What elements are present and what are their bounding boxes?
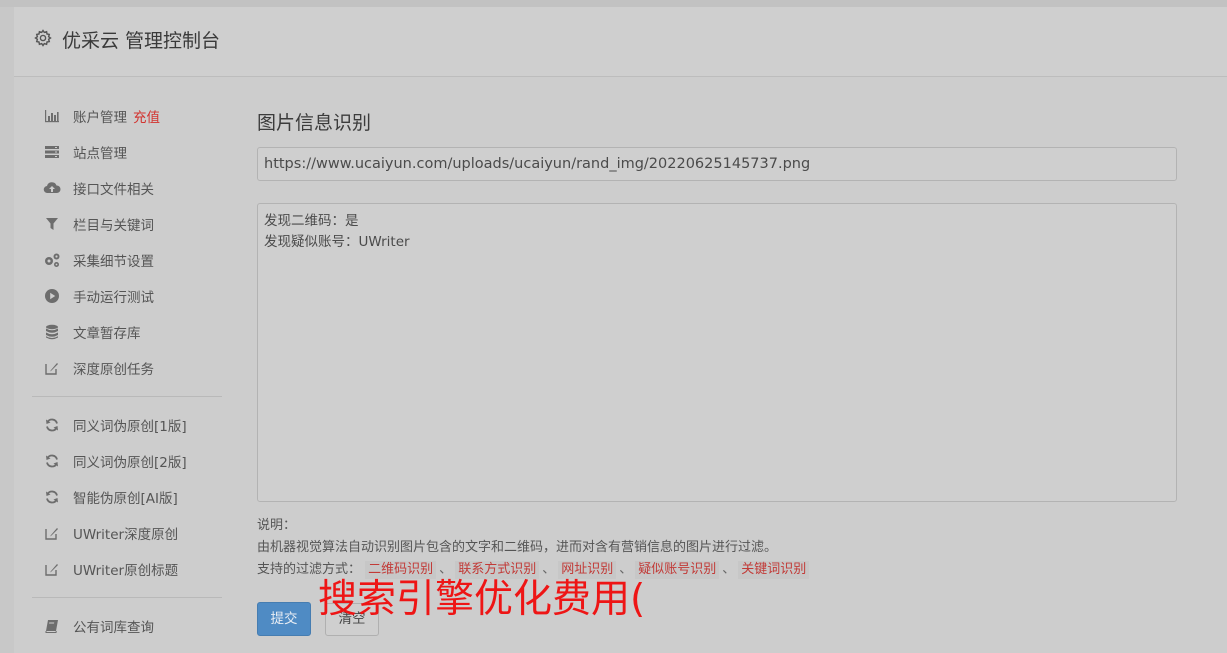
sidebar-item-label: UWriter深度原创 [73, 527, 179, 543]
refresh-icon [43, 488, 61, 506]
sidebar-item-label: 账户管理 [73, 110, 127, 126]
sidebar-item-label: UWriter原创标题 [73, 563, 179, 579]
edit-icon [43, 524, 61, 542]
sidebar-item-api-files[interactable]: 接口文件相关 [30, 176, 222, 200]
sidebar-item-label: 智能伪原创[AI版] [73, 491, 178, 507]
server-icon [43, 143, 61, 161]
sidebar-item-columns-keywords[interactable]: 栏目与关键词 [30, 212, 222, 236]
sidebar-item-synonym-v1[interactable]: 同义词伪原创[1版] [30, 413, 222, 437]
filter-separator: 、 [722, 562, 736, 577]
sidebar-item-article-store[interactable]: 文章暂存库 [30, 320, 222, 344]
refresh-icon [43, 452, 61, 470]
sidebar-item-ai-rewrite[interactable]: 智能伪原创[AI版] [30, 485, 222, 509]
top-strip [0, 0, 1227, 7]
filter-tag-suspect-account: 疑似账号识别 [635, 561, 720, 579]
refresh-icon [43, 416, 61, 434]
sidebar-divider [32, 597, 222, 598]
result-line: 发现二维码：是 [264, 213, 359, 229]
cloud-upload-icon [43, 179, 61, 197]
notes-description: 由机器视觉算法自动识别图片包含的文字和二维码，进而对含有营销信息的图片进行过滤。 [257, 540, 778, 555]
sidebar-item-label: 同义词伪原创[2版] [73, 455, 187, 471]
left-edge [0, 7, 14, 653]
edit-icon [43, 560, 61, 578]
sidebar-item-account[interactable]: 账户管理 充值 [30, 104, 222, 128]
sidebar-item-label: 采集细节设置 [73, 254, 154, 270]
gear-icon[interactable] [34, 29, 52, 47]
image-url-input[interactable]: https://www.ucaiyun.com/uploads/ucaiyun/… [257, 147, 1177, 181]
result-textarea[interactable]: 发现二维码：是 发现疑似账号：UWriter [257, 203, 1177, 502]
overlay-watermark-text: 搜索引擎优化费用( [318, 577, 646, 622]
filter-icon [43, 215, 61, 233]
sidebar-item-deep-original[interactable]: 深度原创任务 [30, 356, 222, 380]
database-icon [43, 323, 61, 341]
page-title: 图片信息识别 [257, 112, 372, 134]
sidebar-item-label: 栏目与关键词 [73, 218, 154, 234]
sidebar-item-synonym-v2[interactable]: 同义词伪原创[2版] [30, 449, 222, 473]
sidebar-item-label: 同义词伪原创[1版] [73, 419, 187, 435]
notes-label: 说明： [257, 518, 297, 533]
sidebar-item-collect-settings[interactable]: 采集细节设置 [30, 248, 222, 272]
sidebar-item-label: 深度原创任务 [73, 362, 154, 378]
app-title: 优采云 管理控制台 [62, 30, 221, 52]
filter-tag-keyword: 关键词识别 [738, 561, 810, 579]
sidebar-item-label: 手动运行测试 [73, 290, 154, 306]
gears-icon [43, 251, 61, 269]
book-icon [43, 617, 61, 635]
recharge-badge[interactable]: 充值 [133, 106, 160, 126]
sidebar-item-public-lexicon[interactable]: 公有词库查询 [30, 614, 222, 638]
play-circle-icon [43, 287, 61, 305]
sidebar-divider [32, 396, 222, 397]
bar-chart-icon [43, 107, 61, 125]
result-line: 发现疑似账号：UWriter [264, 234, 410, 250]
submit-button[interactable]: 提交 [257, 602, 311, 636]
sidebar-item-uwriter-deep[interactable]: UWriter深度原创 [30, 521, 222, 545]
sidebar-item-manual-run[interactable]: 手动运行测试 [30, 284, 222, 308]
sidebar-item-label: 文章暂存库 [73, 326, 141, 342]
app-header: 优采云 管理控制台 [14, 7, 1227, 77]
sidebar-item-label: 接口文件相关 [73, 182, 154, 198]
sidebar-item-sites[interactable]: 站点管理 [30, 140, 222, 164]
sidebar-item-uwriter-title[interactable]: UWriter原创标题 [30, 557, 222, 581]
sidebar-item-label: 站点管理 [73, 146, 127, 162]
edit-icon [43, 359, 61, 377]
sidebar-item-label: 公有词库查询 [73, 620, 154, 636]
